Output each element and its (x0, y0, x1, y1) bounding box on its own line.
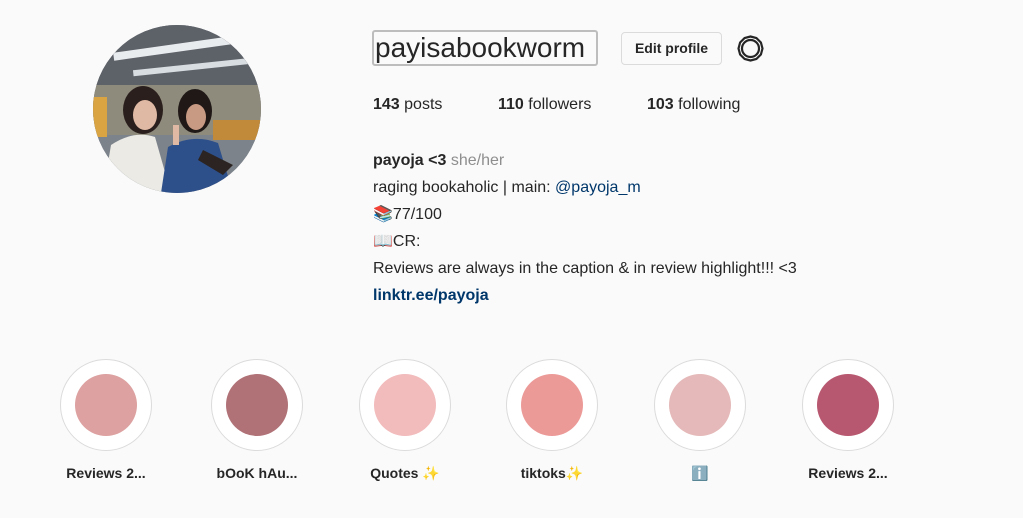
posts-stat: 143 posts (373, 96, 442, 114)
story-highlight[interactable]: ℹ️ (640, 359, 760, 482)
posts-label: posts (404, 96, 443, 113)
bio-line-3: 📖CR: (373, 233, 421, 250)
highlight-label: Quotes ✨ (370, 465, 440, 481)
highlight-label: Reviews 2... (66, 465, 146, 481)
profile-bio: payoja <3 she/her raging bookaholic | ma… (373, 147, 993, 309)
following-stat[interactable]: 103 following (647, 96, 740, 114)
bio-text-1: raging bookaholic | main: (373, 179, 556, 196)
display-name: payoja <3 (373, 152, 447, 169)
bio-name-line: payoja <3 she/her (373, 147, 993, 174)
following-count: 103 (647, 96, 674, 113)
external-link[interactable]: linktr.ee/payoja (373, 287, 489, 304)
highlight-cover-ring (654, 359, 746, 451)
highlight-label: Reviews 2... (808, 465, 888, 481)
pronouns: she/her (450, 152, 505, 169)
highlight-label: tiktoks✨ (520, 465, 584, 481)
highlight-cover (75, 374, 137, 436)
highlight-cover-ring (211, 359, 303, 451)
followers-label: followers (528, 96, 592, 113)
bio-line-1: raging bookaholic | main: @payoja_m (373, 174, 993, 201)
bio-line-4: Reviews are always in the caption & in r… (373, 260, 797, 277)
highlight-cover-ring (359, 359, 451, 451)
gear-icon[interactable] (737, 35, 764, 62)
mention-link[interactable]: @payoja_m (555, 179, 641, 196)
highlight-cover (226, 374, 288, 436)
highlight-cover (374, 374, 436, 436)
story-highlight[interactable]: Quotes ✨ (345, 359, 465, 482)
highlight-label: bOoK hAu... (216, 465, 298, 481)
story-highlight[interactable]: Reviews 2... (788, 359, 908, 481)
posts-count: 143 (373, 96, 400, 113)
story-highlight[interactable]: tiktoks✨ (492, 359, 612, 482)
profile-avatar[interactable] (93, 25, 261, 193)
bio-line-2: 📚77/100 (373, 206, 442, 223)
highlight-cover-ring (802, 359, 894, 451)
followers-stat[interactable]: 110 followers (498, 96, 591, 114)
highlight-cover (669, 374, 731, 436)
edit-profile-button[interactable]: Edit profile (621, 32, 722, 65)
followers-count: 110 (498, 96, 524, 113)
highlight-cover (521, 374, 583, 436)
avatar-photo (93, 25, 261, 193)
highlight-cover (817, 374, 879, 436)
highlight-cover-ring (60, 359, 152, 451)
story-highlight[interactable]: Reviews 2... (46, 359, 166, 481)
highlight-label: ℹ️ (691, 465, 709, 481)
story-highlight[interactable]: bOoK hAu... (197, 359, 317, 481)
username-heading: payisabookworm (372, 30, 598, 66)
following-label: following (678, 96, 741, 113)
highlight-cover-ring (506, 359, 598, 451)
